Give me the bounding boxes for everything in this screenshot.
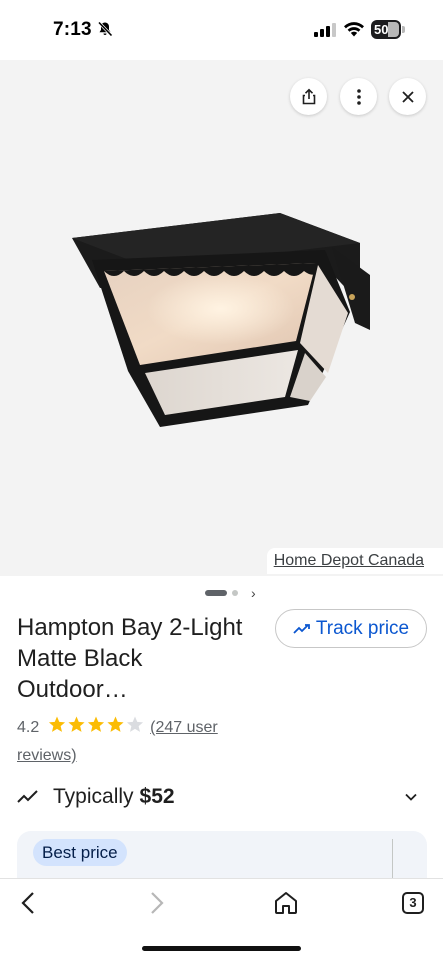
more-vert-icon: [356, 88, 361, 105]
home-indicator: [142, 946, 301, 951]
battery-level: 50: [374, 22, 389, 37]
product-title: Hampton Bay 2-Light Matte Black Outdoor…: [17, 614, 243, 703]
typical-price-row[interactable]: Typically $52: [17, 782, 427, 812]
share-icon: [302, 88, 315, 104]
cellular-signal-icon: [314, 23, 336, 37]
track-price-button[interactable]: Track price: [275, 609, 427, 648]
star-rating: [48, 716, 143, 732]
more-options-button[interactable]: [340, 78, 377, 115]
typical-price-value: $52: [139, 785, 175, 808]
wifi-icon: [344, 22, 364, 37]
home-icon[interactable]: [273, 890, 299, 916]
typical-price-label: Typically: [53, 785, 134, 808]
pager-next-icon[interactable]: ›: [251, 586, 256, 600]
pager-dot-active: [205, 590, 227, 596]
battery-indicator: 50: [371, 20, 405, 39]
status-bar: 7:13 50: [0, 0, 443, 60]
status-time: 7:13: [53, 19, 92, 40]
forward-icon[interactable]: [144, 891, 168, 915]
browser-toolbar: 3: [0, 878, 443, 960]
product-image-viewer[interactable]: Home Depot Canada: [0, 60, 443, 576]
rating-value: 4.2: [17, 719, 40, 736]
tab-switcher-button[interactable]: 3: [402, 892, 424, 914]
star-filled-icon: [87, 716, 104, 732]
rating-summary: 4.2 (247 user reviews): [17, 714, 257, 770]
product-image: [72, 213, 370, 427]
chevron-down-icon[interactable]: [404, 790, 418, 804]
pager-dot[interactable]: [232, 590, 238, 596]
image-pager[interactable]: ›: [205, 586, 265, 600]
star-filled-icon: [68, 716, 85, 732]
close-icon: [401, 90, 414, 103]
back-icon[interactable]: [17, 891, 41, 915]
trending-icon: [293, 623, 310, 634]
trending-icon: [17, 790, 38, 803]
track-price-label: Track price: [315, 617, 410, 639]
close-button[interactable]: [389, 78, 426, 115]
bell-off-icon: [97, 21, 113, 37]
star-filled-icon: [48, 716, 65, 732]
share-button[interactable]: [290, 78, 327, 115]
best-price-badge: Best price: [33, 839, 127, 866]
image-source-link[interactable]: Home Depot Canada: [266, 548, 443, 574]
star-filled-icon: [107, 716, 124, 732]
star-empty-icon: [126, 716, 143, 732]
